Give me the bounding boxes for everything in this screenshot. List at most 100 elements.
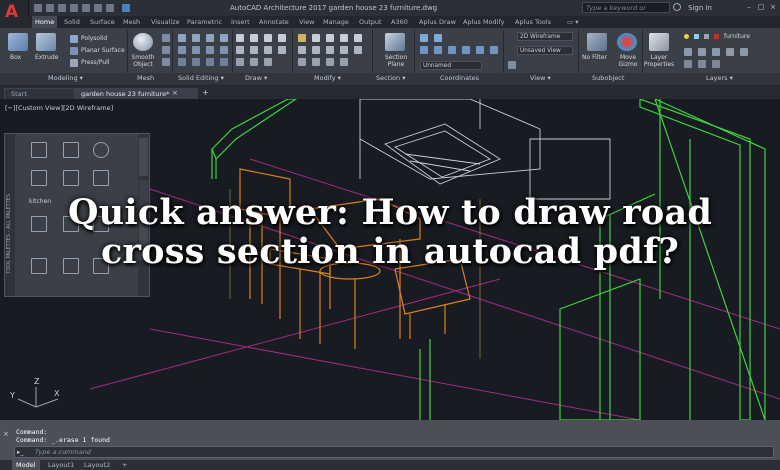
- cabinet-icon[interactable]: [93, 170, 109, 186]
- tab-insert[interactable]: Insert: [228, 16, 253, 28]
- viewport-config-icon[interactable]: [508, 61, 516, 69]
- move-gizmo-icon[interactable]: [617, 33, 637, 51]
- section-plane-icon[interactable]: [385, 33, 405, 51]
- layer-properties-button[interactable]: Layer Properties: [643, 54, 675, 68]
- union-icon[interactable]: [178, 34, 186, 42]
- helix-icon[interactable]: [264, 58, 272, 66]
- spline-icon[interactable]: [278, 46, 286, 54]
- ellipse-icon[interactable]: [250, 46, 258, 54]
- undo-icon[interactable]: [94, 4, 102, 12]
- redo-icon[interactable]: [106, 4, 114, 12]
- fridge-icon[interactable]: [31, 170, 47, 186]
- tab-manage[interactable]: Manage: [320, 16, 352, 28]
- layer-tool-icon[interactable]: [712, 60, 720, 68]
- tab-aplus-draw[interactable]: Aplus Draw: [416, 16, 459, 28]
- extrude-icon[interactable]: [36, 33, 56, 51]
- panel-subobject[interactable]: Subobject: [592, 74, 624, 82]
- application-menu-button[interactable]: A: [0, 0, 29, 29]
- layer-dropdown[interactable]: furniture: [724, 33, 750, 40]
- panel-view[interactable]: View ▾: [530, 74, 551, 82]
- tab-home[interactable]: Home: [32, 16, 58, 28]
- ucs-view-icon[interactable]: [462, 46, 470, 54]
- move-icon[interactable]: [298, 34, 306, 42]
- tab-a360[interactable]: A360: [388, 16, 411, 28]
- layer-tool-icon[interactable]: [740, 48, 748, 56]
- extrude-button[interactable]: Extrude: [35, 54, 58, 61]
- interfere-icon[interactable]: [220, 34, 228, 42]
- panel-layers[interactable]: Layers ▾: [706, 74, 733, 82]
- tab-view[interactable]: View: [296, 16, 317, 28]
- panel-modify[interactable]: Modify ▾: [314, 74, 341, 82]
- 3d-move-icon[interactable]: [340, 58, 348, 66]
- close-icon[interactable]: ×: [3, 430, 9, 438]
- extract-edges-icon[interactable]: [220, 46, 228, 54]
- new-icon[interactable]: [34, 4, 42, 12]
- mesh-tool-icon[interactable]: [162, 34, 170, 42]
- point-icon[interactable]: [236, 58, 244, 66]
- minimize-button[interactable]: –: [744, 3, 754, 12]
- copy-icon[interactable]: [354, 34, 362, 42]
- panel-solid-editing[interactable]: Solid Editing ▾: [178, 74, 224, 82]
- polysolid-icon[interactable]: [70, 35, 78, 43]
- ucs-object-icon[interactable]: [476, 46, 484, 54]
- ucs-y-icon[interactable]: [434, 46, 442, 54]
- sign-in-link[interactable]: Sign In: [688, 4, 712, 12]
- binoculars-icon[interactable]: [673, 3, 681, 11]
- plot-icon[interactable]: [82, 4, 90, 12]
- erase-icon[interactable]: [340, 34, 348, 42]
- tab-mesh[interactable]: Mesh: [120, 16, 143, 28]
- open-icon[interactable]: [46, 4, 54, 12]
- ucs-icon[interactable]: [420, 34, 428, 42]
- line-icon[interactable]: [236, 34, 244, 42]
- save-icon[interactable]: [58, 4, 66, 12]
- panel-coordinates[interactable]: Coordinates: [440, 74, 479, 82]
- layer-on-icon[interactable]: [684, 34, 689, 39]
- search-input[interactable]: Type a keyword or phrase: [582, 2, 670, 23]
- panel-mesh[interactable]: Mesh: [137, 74, 154, 82]
- box-button[interactable]: Box: [10, 54, 21, 61]
- hatch-icon[interactable]: [264, 46, 272, 54]
- fillet-edge-icon[interactable]: [178, 58, 186, 66]
- ucs-world-icon[interactable]: [434, 34, 442, 42]
- ucs-z-icon[interactable]: [448, 46, 456, 54]
- view-dropdown[interactable]: Unsaved View: [517, 46, 573, 55]
- layer-freeze-icon[interactable]: [694, 34, 699, 39]
- align-icon[interactable]: [326, 58, 334, 66]
- rectangle-icon[interactable]: [236, 46, 244, 54]
- tab-layout1[interactable]: Layout1: [44, 460, 78, 470]
- rotate-icon[interactable]: [312, 34, 320, 42]
- box-icon[interactable]: [8, 33, 28, 51]
- smooth-object-icon[interactable]: [133, 33, 153, 51]
- save-as-icon[interactable]: [70, 4, 78, 12]
- separate-icon[interactable]: [220, 58, 228, 66]
- chamfer-edge-icon[interactable]: [192, 58, 200, 66]
- fillet-icon[interactable]: [312, 46, 320, 54]
- visual-style-dropdown[interactable]: 2D Wireframe: [517, 32, 573, 41]
- scale-icon[interactable]: [354, 46, 362, 54]
- workspace-icon[interactable]: [122, 4, 130, 12]
- slice-icon[interactable]: [178, 46, 186, 54]
- panel-draw[interactable]: Draw ▾: [245, 74, 267, 82]
- no-filter-button[interactable]: No Filter: [582, 54, 607, 61]
- tab-output[interactable]: Output: [356, 16, 385, 28]
- close-tab-icon[interactable]: ×: [172, 89, 178, 97]
- planar-surface-icon[interactable]: [70, 47, 78, 55]
- arc-icon[interactable]: [278, 34, 286, 42]
- tab-aplus-tools[interactable]: Aplus Tools: [512, 16, 554, 28]
- ribbon-options-icon[interactable]: ▭ ▾: [564, 16, 581, 28]
- smooth-object-button[interactable]: Smooth Object: [131, 54, 155, 68]
- layer-tool-icon[interactable]: [698, 48, 706, 56]
- layer-tool-icon[interactable]: [684, 60, 692, 68]
- presspull-icon[interactable]: [70, 59, 78, 67]
- circle-icon[interactable]: [264, 34, 272, 42]
- move-gizmo-button[interactable]: Move Gizmo: [617, 54, 639, 68]
- panel-section[interactable]: Section ▾: [376, 74, 405, 82]
- sink-icon[interactable]: [93, 142, 109, 158]
- region-icon[interactable]: [250, 58, 258, 66]
- maximize-button[interactable]: □: [756, 3, 766, 12]
- palette-title-strip[interactable]: TOOL PALETTES - ALL PALETTES: [5, 134, 15, 296]
- polysolid-button[interactable]: Polysolid: [81, 35, 107, 42]
- filter-icon[interactable]: [587, 33, 607, 51]
- add-layout-button[interactable]: +: [118, 460, 131, 470]
- coordinates-dropdown[interactable]: Unnamed: [420, 61, 482, 70]
